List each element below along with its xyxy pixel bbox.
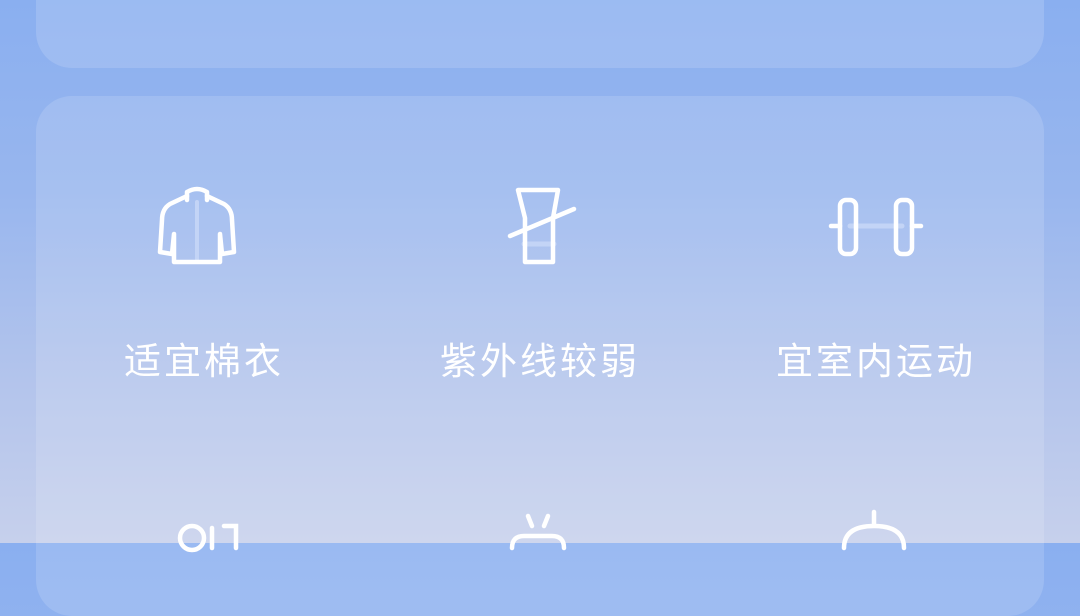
umbrella-icon [841, 509, 907, 551]
tip-row2-1[interactable] [36, 336, 372, 576]
jacket-icon [157, 186, 237, 265]
suggestion-card [36, 0, 1044, 68]
people-icon [177, 523, 239, 553]
tip-sport[interactable]: 宜室内运动 [708, 96, 1044, 383]
tip-row2-3[interactable] [708, 336, 1044, 576]
tip-uv[interactable]: 紫外线较弱 [372, 96, 708, 383]
sunscreen-icon [507, 187, 577, 265]
dumbbell-icon [828, 197, 924, 257]
teapot-icon [509, 513, 567, 551]
tip-clothing[interactable]: 适宜棉衣 [36, 96, 372, 383]
tip-row2-2[interactable] [372, 336, 708, 576]
life-tips-card: 适宜棉衣 紫外线较弱 宜室内运动 [36, 96, 1044, 616]
